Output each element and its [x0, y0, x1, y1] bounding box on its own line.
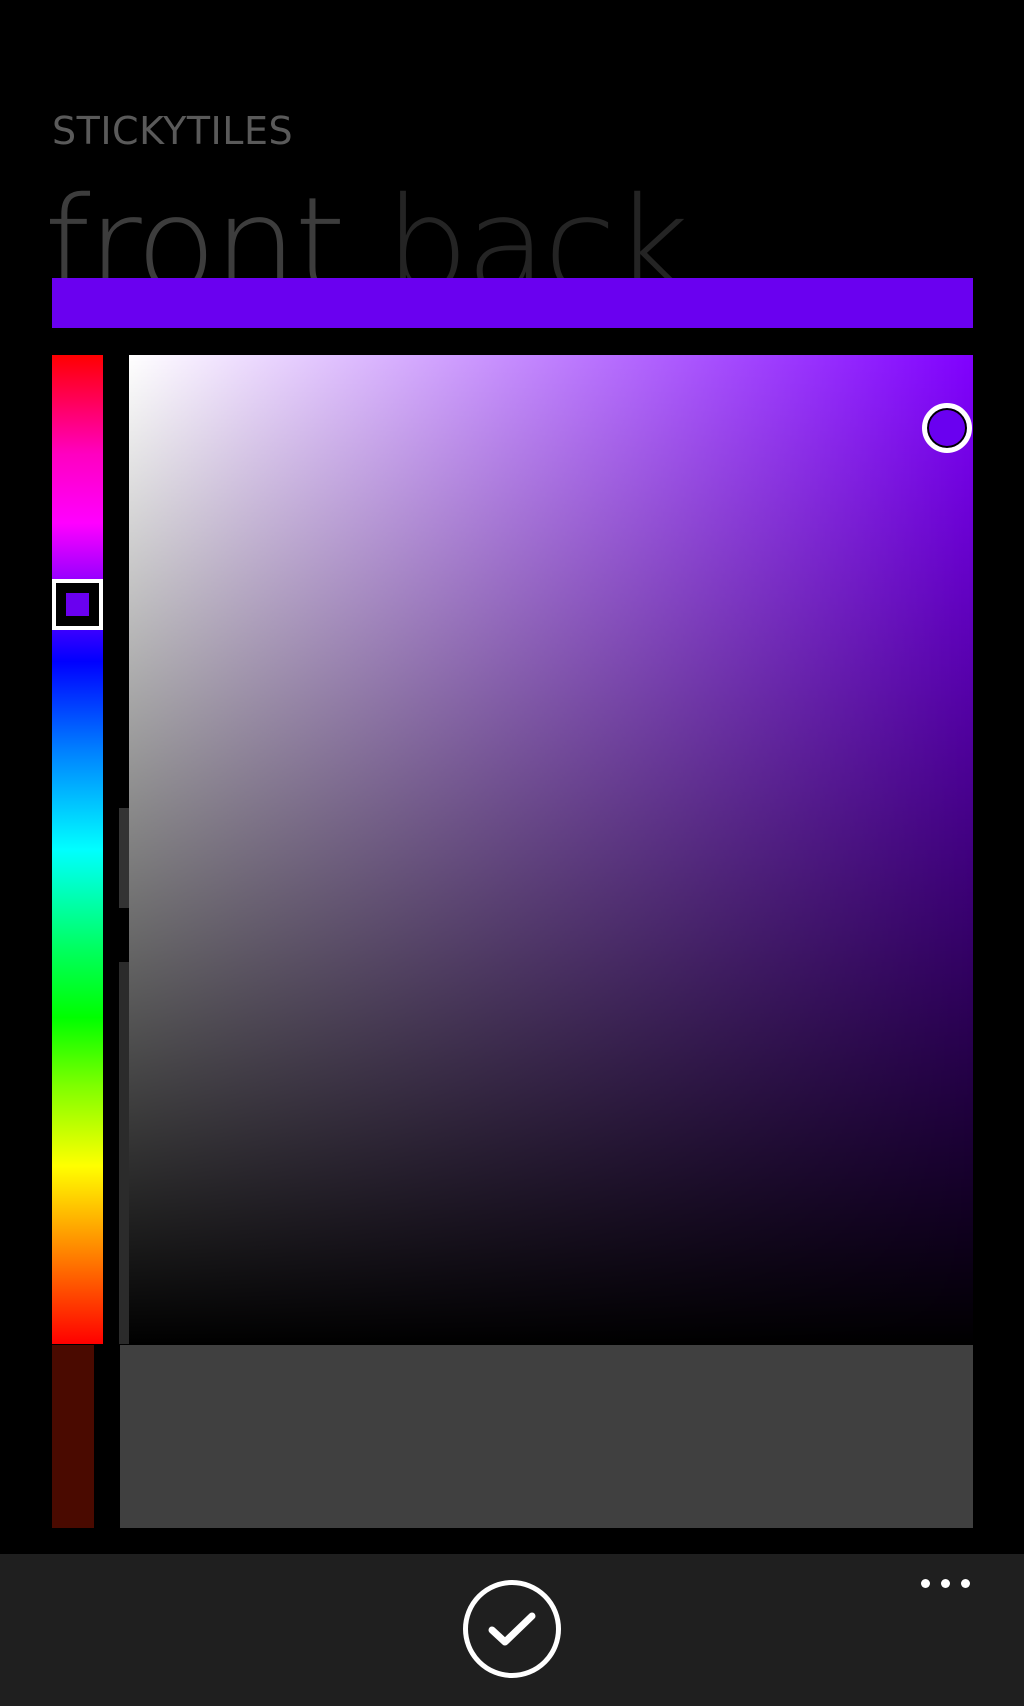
- hue-slider-handle[interactable]: [52, 579, 103, 630]
- check-icon: [488, 1612, 536, 1646]
- tab-front[interactable]: front: [44, 180, 346, 280]
- pivot-header: front back: [44, 180, 687, 280]
- tab-back[interactable]: back: [385, 180, 687, 280]
- hue-slider[interactable]: [52, 355, 103, 1344]
- background-panel: [120, 1345, 973, 1528]
- selected-color-preview: [52, 278, 973, 328]
- saturation-value-handle[interactable]: [922, 403, 972, 453]
- saturation-value-picker[interactable]: [129, 355, 973, 1344]
- accept-button[interactable]: [463, 1580, 561, 1678]
- app-title: STICKYTILES: [52, 109, 294, 153]
- background-panel-edge: [119, 962, 129, 1344]
- background-swatch: [52, 1345, 94, 1528]
- more-options-button[interactable]: [910, 1568, 980, 1598]
- color-picker-page: STICKYTILES front back: [0, 0, 1024, 1706]
- background-control-edge: [119, 808, 129, 908]
- ellipsis-icon: [960, 1578, 970, 1588]
- ellipsis-icon: [940, 1578, 950, 1588]
- ellipsis-icon: [920, 1578, 930, 1588]
